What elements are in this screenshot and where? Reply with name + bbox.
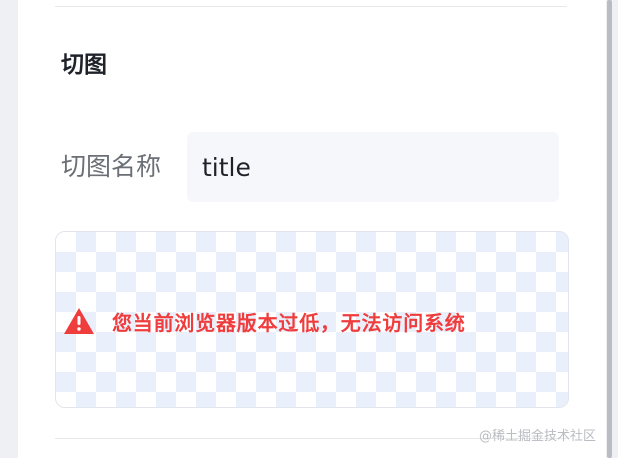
slice-name-label: 切图名称 bbox=[61, 152, 162, 181]
browser-warning: 您当前浏览器版本过低，无法访问系统 bbox=[62, 306, 466, 336]
section-title: 切图 bbox=[61, 52, 107, 78]
slice-name-input[interactable]: title bbox=[187, 132, 559, 202]
warning-icon bbox=[64, 308, 94, 334]
scrollbar[interactable] bbox=[607, 0, 612, 458]
warning-text: 您当前浏览器版本过低，无法访问系统 bbox=[112, 310, 466, 335]
slice-name-value: title bbox=[202, 152, 251, 182]
watermark: @稀土掘金技术社区 bbox=[479, 429, 597, 444]
top-divider bbox=[55, 6, 567, 7]
